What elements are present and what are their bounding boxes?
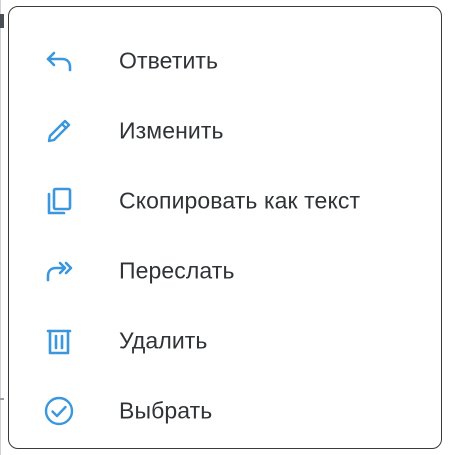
background-divider-marker — [0, 398, 4, 400]
pencil-icon — [43, 115, 75, 147]
trash-icon — [43, 325, 75, 357]
menu-item-forward[interactable]: Переслать — [9, 236, 441, 306]
menu-item-label: Скопировать как текст — [119, 187, 361, 214]
menu-item-label: Ответить — [119, 47, 219, 74]
background-scroll-marker — [0, 14, 4, 28]
menu-item-edit[interactable]: Изменить — [9, 96, 441, 166]
check-circle-icon — [43, 395, 75, 427]
menu-item-copy-as-text[interactable]: Скопировать как текст — [9, 166, 441, 236]
menu-item-select[interactable]: Выбрать — [9, 376, 441, 446]
menu-item-delete[interactable]: Удалить — [9, 306, 441, 376]
reply-icon — [43, 45, 75, 77]
menu-item-label: Удалить — [119, 327, 208, 354]
menu-item-label: Переслать — [119, 257, 235, 284]
menu-item-label: Изменить — [119, 117, 224, 144]
copy-icon — [43, 185, 75, 217]
forward-icon — [43, 255, 75, 287]
background-panel-edge — [0, 0, 1, 455]
context-menu: Ответить Изменить Скопировать как текст — [8, 6, 442, 449]
menu-item-reply[interactable]: Ответить — [9, 26, 441, 96]
menu-item-label: Выбрать — [119, 397, 213, 424]
